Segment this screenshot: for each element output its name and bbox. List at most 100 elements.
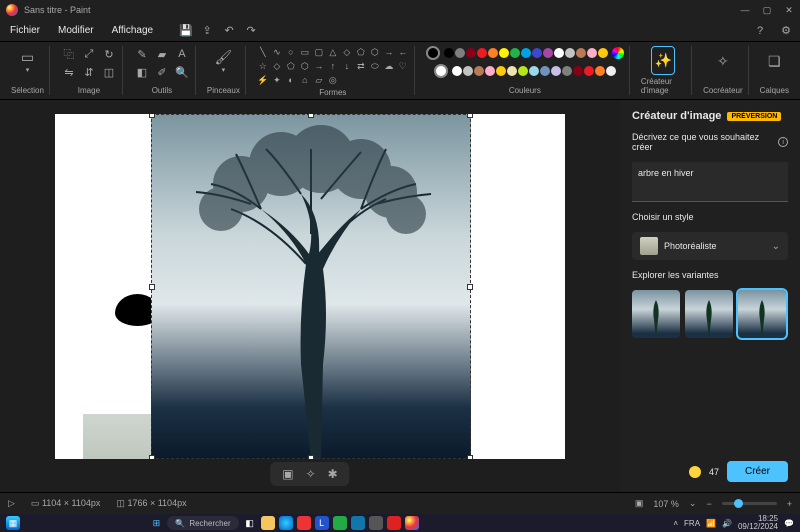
picker-icon[interactable]: ✐	[154, 64, 170, 80]
color-swatch[interactable]	[554, 48, 564, 58]
tray-wifi-icon[interactable]: 📶	[706, 519, 716, 528]
tray-lang[interactable]: FRA	[684, 519, 700, 528]
color-palette[interactable]	[444, 48, 608, 58]
app-icon-3[interactable]	[333, 516, 347, 530]
pencil-icon[interactable]: ✎	[134, 46, 150, 62]
paint-taskbar-icon[interactable]	[405, 516, 419, 530]
rotate-icon[interactable]: ↻	[101, 46, 117, 62]
explorer-icon[interactable]	[261, 516, 275, 530]
taskbar-clock[interactable]: 18:25 09/12/2024	[738, 515, 778, 531]
app-icon-5[interactable]	[369, 516, 383, 530]
share-icon[interactable]: ⇪	[201, 24, 213, 37]
notifications-icon[interactable]: 💬	[784, 519, 794, 528]
zoom-slider[interactable]	[722, 502, 777, 505]
fill-icon[interactable]: ▰	[154, 46, 170, 62]
color-swatch[interactable]	[518, 66, 528, 76]
save-icon[interactable]: 💾	[179, 24, 191, 37]
color-swatch[interactable]	[510, 48, 520, 58]
color-swatch[interactable]	[595, 66, 605, 76]
shapes-grid[interactable]: ╲∿○▭▢△◇⬠⬡→← ☆◇⬠⬡→↑↓⇄⬭☁♡ ⚡✦◐⌂▱◎	[257, 46, 409, 86]
color-swatch[interactable]	[562, 66, 572, 76]
color-swatch[interactable]	[565, 48, 575, 58]
start-icon[interactable]: ⊞	[149, 516, 163, 530]
canvas-zone[interactable]: ▣ ✧ ✱	[0, 100, 620, 492]
undo-icon[interactable]: ↶	[223, 24, 235, 37]
create-button[interactable]: Créer	[727, 461, 788, 482]
color-swatch[interactable]	[488, 48, 498, 58]
eraser-icon[interactable]: ◧	[134, 64, 150, 80]
color-swatch[interactable]	[576, 48, 586, 58]
remove-bg-icon[interactable]: ◫	[101, 64, 117, 80]
flip-v-icon[interactable]: ⇵	[81, 64, 97, 80]
crop-icon[interactable]: ⿻	[61, 46, 77, 62]
color-swatch[interactable]	[463, 66, 473, 76]
zoom-out-icon[interactable]: −	[706, 499, 711, 509]
info-icon[interactable]: i	[778, 137, 788, 147]
chevron-down-icon[interactable]: ⌄	[689, 498, 697, 509]
magnifier-icon[interactable]: 🔍	[174, 64, 190, 80]
cocreator-button[interactable]: ✧	[711, 46, 735, 76]
prompt-input[interactable]: arbre en hiver	[632, 162, 788, 202]
tray-volume-icon[interactable]: 🔊	[722, 519, 732, 528]
color-swatch[interactable]	[507, 66, 517, 76]
app-icon-2[interactable]: L	[315, 516, 329, 530]
tray-chevron-icon[interactable]: ˄	[673, 519, 678, 528]
primary-color[interactable]	[426, 46, 440, 60]
color-swatch[interactable]	[584, 66, 594, 76]
blur-background-icon[interactable]: ✱	[328, 467, 338, 481]
color-swatch[interactable]	[543, 48, 553, 58]
app-icon-1[interactable]	[297, 516, 311, 530]
variant-1[interactable]	[632, 290, 680, 338]
flip-h-icon[interactable]: ⇋	[61, 64, 77, 80]
color-swatch[interactable]	[477, 48, 487, 58]
brush-tool[interactable]: 🖌▾	[211, 46, 235, 76]
resize-icon[interactable]: ⤢	[81, 46, 97, 62]
color-swatch[interactable]	[444, 48, 454, 58]
text-icon[interactable]: A	[174, 46, 190, 62]
color-swatch[interactable]	[474, 66, 484, 76]
style-select[interactable]: Photoréaliste ⌄	[632, 232, 788, 260]
close-button[interactable]: ✕	[784, 5, 794, 16]
menu-view[interactable]: Affichage	[108, 22, 158, 39]
image-creator-button[interactable]: ✨	[651, 46, 675, 75]
color-picker-icon[interactable]	[612, 47, 624, 59]
task-view-icon[interactable]: ◧	[243, 516, 257, 530]
color-swatch[interactable]	[573, 66, 583, 76]
variant-2[interactable]	[685, 290, 733, 338]
color-swatch[interactable]	[455, 48, 465, 58]
zoom-in-icon[interactable]: +	[787, 499, 792, 509]
color-swatch[interactable]	[532, 48, 542, 58]
layers-button[interactable]: ❏	[762, 46, 786, 76]
color-swatch[interactable]	[452, 66, 462, 76]
help-icon[interactable]: ?	[752, 23, 768, 39]
color-swatch[interactable]	[496, 66, 506, 76]
color-swatch[interactable]	[521, 48, 531, 58]
color-swatch[interactable]	[540, 66, 550, 76]
minimize-button[interactable]: —	[740, 5, 750, 16]
color-swatch[interactable]	[485, 66, 495, 76]
color-palette-2[interactable]	[452, 66, 616, 76]
color-swatch[interactable]	[529, 66, 539, 76]
app-icon-6[interactable]	[387, 516, 401, 530]
settings-icon[interactable]: ⚙	[778, 23, 794, 39]
fit-to-window-icon[interactable]: ▣	[635, 498, 644, 509]
taskbar-search[interactable]: 🔍 Rechercher	[167, 516, 238, 530]
color-swatch[interactable]	[598, 48, 608, 58]
generative-erase-icon[interactable]: ▣	[282, 467, 293, 481]
remove-background-icon[interactable]: ✧	[306, 467, 316, 481]
color-swatch[interactable]	[606, 66, 616, 76]
generated-image[interactable]	[151, 114, 471, 459]
color-swatch[interactable]	[466, 48, 476, 58]
edge-icon[interactable]	[279, 516, 293, 530]
color-swatch[interactable]	[499, 48, 509, 58]
redo-icon[interactable]: ↷	[245, 24, 257, 37]
canvas[interactable]	[55, 114, 565, 459]
widgets-icon[interactable]: ▦	[6, 516, 20, 530]
secondary-color[interactable]	[434, 64, 448, 78]
menu-edit[interactable]: Modifier	[54, 22, 98, 39]
variant-3[interactable]	[738, 290, 786, 338]
maximize-button[interactable]: ▢	[762, 5, 772, 16]
app-icon-4[interactable]	[351, 516, 365, 530]
color-swatch[interactable]	[587, 48, 597, 58]
selection-tool[interactable]: ▭▾	[15, 46, 39, 76]
